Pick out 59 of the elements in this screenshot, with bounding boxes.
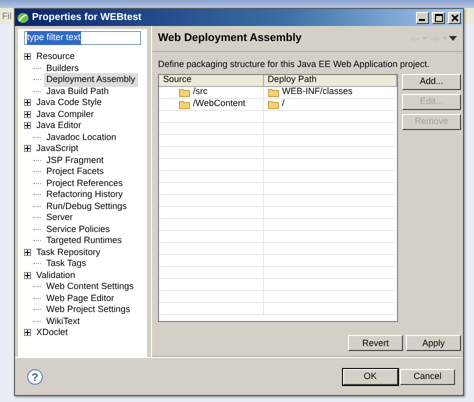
tree-item[interactable]: Builders [44, 62, 82, 75]
minimize-button[interactable] [416, 12, 429, 24]
folder-icon [179, 100, 190, 108]
folder-icon [268, 100, 279, 108]
tree-item[interactable]: JSP Fragment [44, 154, 106, 167]
tree-item[interactable]: Javadoc Location [44, 130, 119, 144]
menu-item[interactable]: Fil [2, 11, 12, 21]
expand-toggle[interactable] [24, 110, 31, 118]
tree-item[interactable]: XDoclet [34, 326, 70, 340]
view-menu-icon[interactable] [449, 36, 457, 41]
tree-item[interactable]: Targeted Runtimes [44, 234, 124, 248]
button[interactable]: OK [342, 368, 398, 384]
table-cell-text: / [282, 97, 285, 110]
tree-item[interactable]: Resource [34, 50, 78, 64]
table-cell-text: WEB-INF/classes [282, 85, 353, 98]
close-icon [450, 14, 458, 22]
expand-toggle[interactable] [24, 329, 31, 336]
column-header[interactable]: Source [159, 74, 264, 86]
tree-item[interactable]: Run/Debug Settings [44, 200, 130, 213]
filter-field[interactable]: type filter text [24, 31, 141, 45]
tree-item[interactable]: Java Editor [34, 119, 84, 132]
tree-item[interactable]: Web Page Editor [44, 292, 116, 305]
tree-item[interactable]: Java Build Path [44, 84, 112, 98]
tree-item[interactable]: JavaScript [34, 142, 81, 156]
tree-item[interactable]: Java Code Style [34, 96, 104, 110]
close-button[interactable] [448, 12, 461, 24]
maximize-icon [434, 14, 442, 22]
window-title: Properties for WEBtest [32, 11, 142, 25]
tree-item[interactable]: Deployment Assembly [44, 73, 138, 86]
leaf-icon [17, 12, 29, 24]
tree-item[interactable]: Web Content Settings [44, 280, 136, 294]
button[interactable]: Cancel [400, 368, 455, 384]
page-title: Web Deployment Assembly [158, 31, 302, 46]
button[interactable]: Revert [348, 335, 403, 351]
button[interactable]: Add... [402, 74, 461, 90]
column-header[interactable]: Deploy Path [264, 74, 397, 86]
expand-toggle[interactable] [24, 99, 31, 106]
expand-toggle[interactable] [24, 53, 31, 60]
tree-item[interactable]: Project References [44, 176, 126, 190]
tree-item[interactable]: Service Policies [44, 222, 112, 236]
expand-toggle[interactable] [24, 248, 31, 256]
expand-toggle[interactable] [24, 122, 31, 130]
tree-item[interactable]: WikiText [44, 314, 82, 328]
tree-item[interactable]: Validation [34, 268, 78, 282]
tree-item[interactable]: Web Project Settings [44, 303, 132, 316]
tree-item[interactable]: Project Facets [44, 165, 106, 178]
table-cell-text: /WebContent [193, 97, 246, 110]
help-icon[interactable]: ? [27, 368, 43, 384]
description-text: Define packaging structure for this Java EE Web Application project. [157, 58, 430, 71]
button[interactable]: Apply [406, 335, 461, 351]
tree-item[interactable]: Refactoring History [44, 188, 126, 202]
tree-item[interactable]: Task Repository [34, 246, 103, 259]
maximize-button[interactable] [432, 12, 445, 24]
tree-item[interactable]: Task Tags [44, 257, 88, 270]
tree-item[interactable]: Java Compiler [34, 108, 96, 121]
table-cell-text: /src [193, 85, 208, 98]
tree-item[interactable]: Server [44, 211, 76, 224]
expand-toggle[interactable] [24, 272, 31, 279]
expand-toggle[interactable] [24, 145, 31, 152]
